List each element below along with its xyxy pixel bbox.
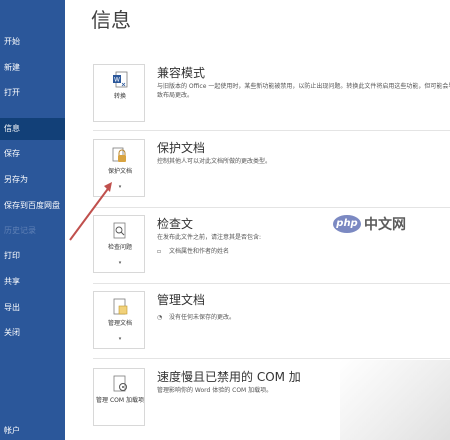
watermark: php 中文网 [333,214,406,234]
convert-button[interactable]: W 转换 [93,64,145,122]
sidebar-item-print[interactable]: 打印 [0,245,65,267]
chevron-down-icon: ▾ [118,260,122,266]
sidebar-item-info[interactable]: 信息 [0,118,65,140]
protect-desc: 控制其他人可以对此文档所做的更改类型。 [157,158,272,165]
inspect-title: 检查文 [157,217,194,231]
sidebar-item-save-to-baidu[interactable]: 保存到百度网盘 [0,195,65,217]
sidebar-item-save-as[interactable]: 另存为 [0,169,65,191]
sidebar-item-close[interactable]: 关闭 [0,322,65,344]
lock-icon [112,147,126,162]
divider [93,207,450,208]
svg-text:W: W [114,77,120,84]
backstage-sidebar: 开始 新建 打开 信息 保存 另存为 保存到百度网盘 历史记录 打印 共享 导出… [0,0,65,440]
chevron-down-icon: ▾ [118,184,122,190]
sidebar-item-start[interactable]: 开始 [0,31,65,53]
info-pane: 信息 W 转换 兼容模式 与旧版本的 Office 一起使用时，某些新功能被禁用… [65,0,450,440]
divider [93,358,450,359]
compat-title: 兼容模式 [157,66,206,80]
sidebar-item-share[interactable]: 共享 [0,271,65,293]
convert-label: 转换 [113,93,126,100]
manage-com-addins-label: 管理 COM 加载项 [96,397,144,404]
protect-document-button[interactable]: 保护文档 ▾ [93,139,145,197]
compat-desc: 与旧版本的 Office 一起使用时，某些新功能被禁用，以防止出现问题。转换此文… [157,83,450,99]
manage-title: 管理文档 [157,293,206,307]
section-manage-document: 管理文档 ▾ 管理文档 ◔ 没有任何未保存的更改。 [93,291,450,351]
com-title: 速度慢且已禁用的 COM 加 [157,370,301,384]
section-compat-mode: W 转换 兼容模式 与旧版本的 Office 一起使用时，某些新功能被禁用，以防… [93,64,450,124]
manage-com-addins-button[interactable]: 管理 COM 加载项 [93,368,145,426]
inspect-bullet: ▫ 文档属性和作者的姓名 [157,246,229,255]
manage-document-label: 管理文档 [107,320,132,327]
manage-status: ◔ 没有任何未保存的更改。 [157,312,235,321]
check-for-issues-label: 检查问题 [107,244,132,251]
sidebar-item-new[interactable]: 新建 [0,57,65,79]
watermark-text: 中文网 [364,217,406,233]
manage-desc: 没有任何未保存的更改。 [169,314,236,321]
sidebar-item-save[interactable]: 保存 [0,143,65,165]
check-for-issues-button[interactable]: 检查问题 ▾ [93,215,145,273]
clock-icon: ◔ [157,314,163,321]
inspect-document-icon [113,222,126,239]
divider [93,130,450,131]
sidebar-item-account[interactable]: 帐户 [0,420,65,440]
section-protect-document: 保护文档 ▾ 保护文档 控制其他人可以对此文档所做的更改类型。 [93,139,450,199]
sidebar-item-export[interactable]: 导出 [0,297,65,319]
bullet-icon: ▫ [157,248,162,255]
chevron-down-icon: ▾ [118,336,122,342]
protect-title: 保护文档 [157,141,206,155]
divider [93,283,450,284]
sidebar-item-history: 历史记录 [4,226,36,235]
com-addin-icon [113,375,127,392]
page-title: 信息 [91,8,131,32]
manage-document-button[interactable]: 管理文档 ▾ [93,291,145,349]
corner-blur [340,360,450,440]
sidebar-item-open[interactable]: 打开 [0,82,65,104]
inspect-bullet-text: 文档属性和作者的姓名 [169,248,230,255]
word-doc-icon: W [113,71,128,88]
manage-document-icon [113,298,128,315]
php-logo: php [333,215,361,233]
inspect-desc: 在发布此文件之前，请注意其是否包含: [157,234,262,241]
protect-document-label: 保护文档 [107,168,132,175]
